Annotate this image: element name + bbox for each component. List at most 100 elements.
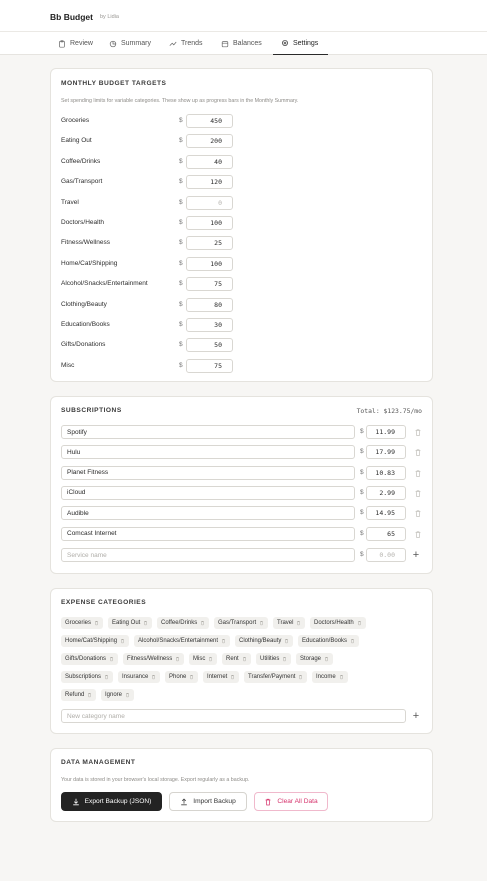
trash-icon[interactable]: [284, 638, 289, 644]
subscription-amount-input[interactable]: 11.99: [366, 425, 406, 439]
budget-amount-input[interactable]: 30: [186, 318, 233, 332]
section-title: MONTHLY BUDGET TARGETS: [61, 80, 167, 87]
trash-icon[interactable]: [296, 620, 301, 626]
clear-all-data-button[interactable]: Clear All Data: [254, 792, 328, 811]
budget-amount-input[interactable]: 25: [186, 236, 233, 251]
trash-icon[interactable]: [87, 692, 92, 698]
service-amount-input[interactable]: 0.00: [366, 548, 406, 562]
wallet-icon: [221, 40, 229, 47]
trash-icon[interactable]: [120, 638, 125, 644]
button-label: Clear All Data: [277, 798, 318, 805]
budget-amount-input[interactable]: 0: [186, 195, 233, 210]
trash-icon[interactable]: [414, 428, 422, 437]
trash-icon[interactable]: [324, 656, 329, 662]
tab-summary[interactable]: Summary: [109, 32, 151, 55]
trash-icon[interactable]: [109, 656, 114, 662]
trash-icon[interactable]: [339, 674, 344, 680]
import-backup-button[interactable]: Import Backup: [169, 792, 247, 811]
category-label: Travel: [277, 620, 294, 626]
trash-icon[interactable]: [221, 638, 226, 644]
add-category-button[interactable]: +: [410, 710, 422, 722]
trend-icon: [169, 41, 177, 46]
download-icon: [72, 798, 79, 805]
budget-amount-input[interactable]: 200: [186, 134, 233, 149]
currency-symbol: $: [179, 117, 183, 124]
tab-label: Trends: [181, 40, 203, 47]
category-chip: Gas/Transport: [214, 617, 269, 629]
trash-icon[interactable]: [189, 674, 194, 680]
category-label: Utilities: [260, 656, 280, 662]
category-label: Doctors/Health: [314, 620, 354, 626]
currency-symbol: $: [360, 551, 364, 558]
trash-icon[interactable]: [357, 620, 362, 626]
trash-icon[interactable]: [414, 530, 422, 539]
budget-amount-input[interactable]: 80: [186, 297, 233, 312]
budget-amount-input[interactable]: 50: [186, 338, 233, 353]
button-label: Export Backup (JSON): [84, 798, 152, 805]
budget-amount-input[interactable]: 120: [186, 175, 233, 190]
budget-amount-input[interactable]: 100: [186, 216, 233, 230]
section-description: Set spending limits for variable categor…: [61, 98, 299, 104]
category-chip: Storage: [296, 653, 334, 665]
trash-icon[interactable]: [200, 620, 205, 626]
tab-trends[interactable]: Trends: [169, 32, 203, 55]
subscription-name-input[interactable]: iCloud: [61, 485, 355, 500]
trash-icon[interactable]: [298, 674, 303, 680]
budget-category-label: Coffee/Drinks: [61, 157, 101, 165]
trash-icon[interactable]: [414, 509, 422, 518]
export-backup-button[interactable]: Export Backup (JSON): [61, 792, 162, 811]
button-label: Import Backup: [193, 798, 236, 805]
trash-icon[interactable]: [143, 620, 148, 626]
trash-icon[interactable]: [104, 674, 109, 680]
category-label: Education/Books: [302, 638, 348, 644]
category-label: Subscriptions: [65, 674, 102, 680]
subscription-amount-input[interactable]: 10.83: [366, 465, 406, 480]
category-chip: Travel: [273, 617, 306, 629]
budget-amount-input[interactable]: 100: [186, 256, 233, 271]
currency-symbol: $: [179, 219, 183, 226]
app-title: Bb Budget: [50, 12, 93, 22]
currency-symbol: $: [179, 259, 183, 267]
subscription-name-input[interactable]: Planet Fitness: [61, 465, 355, 480]
trash-icon[interactable]: [230, 674, 235, 680]
trash-icon[interactable]: [259, 620, 264, 626]
trash-icon[interactable]: [242, 656, 247, 662]
subscription-name-input[interactable]: Spotify: [61, 425, 355, 439]
tab-balances[interactable]: Balances: [221, 32, 262, 55]
subscription-amount-input[interactable]: 14.95: [366, 506, 406, 521]
category-label: Alcohol/Snacks/Entertainment: [138, 638, 219, 644]
category-chip: Education/Books: [298, 635, 360, 647]
category-chip: Eating Out: [108, 617, 153, 629]
category-label: Internet: [207, 674, 228, 680]
subscription-name-input[interactable]: Comcast Internet: [61, 526, 355, 541]
service-name-input[interactable]: Service name: [61, 548, 355, 562]
trash-icon[interactable]: [208, 656, 213, 662]
trash-icon[interactable]: [94, 620, 99, 626]
budget-amount-input[interactable]: 40: [186, 154, 233, 169]
trash-icon[interactable]: [282, 656, 287, 662]
trash-icon[interactable]: [414, 469, 422, 478]
currency-symbol: $: [360, 529, 364, 537]
trash-icon[interactable]: [125, 692, 130, 698]
subscription-amount-input[interactable]: 2.99: [366, 485, 406, 500]
app-byline: by Lidia: [100, 14, 119, 20]
tab-settings[interactable]: Settings: [273, 32, 328, 55]
subscription-name-input[interactable]: Hulu: [61, 445, 355, 460]
trash-icon[interactable]: [175, 656, 180, 662]
subscription-amount-input[interactable]: 65: [366, 526, 406, 541]
trash-icon[interactable]: [414, 489, 422, 498]
trash-icon[interactable]: [414, 448, 422, 457]
add-subscription-button[interactable]: +: [410, 549, 422, 561]
subscription-amount-input[interactable]: 17.99: [366, 445, 406, 460]
new-category-input[interactable]: New category name: [61, 709, 406, 723]
subscriptions-card: SUBSCRIPTIONS Total: $123.75/mo Spotify $…: [50, 396, 433, 574]
budget-amount-input[interactable]: 450: [186, 114, 233, 128]
budget-amount-input[interactable]: 75: [186, 277, 233, 292]
category-chip: Internet: [203, 671, 240, 683]
budget-amount-input[interactable]: 75: [186, 358, 233, 373]
trash-icon[interactable]: [350, 638, 355, 644]
trash-icon[interactable]: [151, 674, 156, 680]
category-label: Phone: [169, 674, 187, 680]
tab-review[interactable]: Review: [58, 32, 93, 55]
subscription-name-input[interactable]: Audible: [61, 506, 355, 521]
